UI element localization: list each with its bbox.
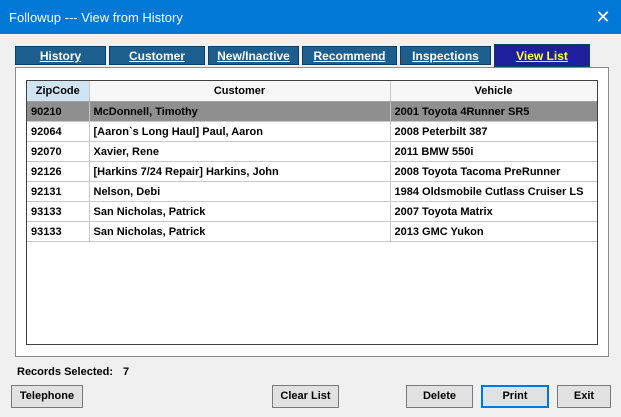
tab-customer[interactable]: Customer (109, 46, 205, 65)
telephone-button[interactable]: Telephone (11, 385, 83, 408)
cell-zipcode: 92131 (27, 181, 90, 202)
records-selected-label: Records Selected: (17, 366, 113, 378)
cell-customer: [Aaron`s Long Haul] Paul, Aaron (89, 121, 391, 142)
column-header-customer[interactable]: Customer (89, 81, 391, 102)
cell-customer: Nelson, Debi (89, 181, 391, 202)
tab-new-inactive[interactable]: New/Inactive (208, 46, 299, 65)
records-selected-count: 7 (122, 366, 130, 378)
cell-customer: McDonnell, Timothy (89, 101, 391, 122)
cell-customer: [Harkins 7/24 Repair] Harkins, John (89, 161, 391, 182)
followup-table: ZipCode Customer Vehicle 90210 McDonnell… (27, 81, 597, 242)
cell-vehicle: 2001 Toyota 4Runner SR5 (390, 101, 597, 122)
print-button[interactable]: Print (481, 385, 549, 408)
clear-list-button[interactable]: Clear List (272, 385, 339, 408)
cell-vehicle: 2013 GMC Yukon (390, 221, 597, 242)
exit-button[interactable]: Exit (557, 385, 611, 408)
column-header-vehicle[interactable]: Vehicle (390, 81, 597, 102)
view-list-panel: ZipCode Customer Vehicle 90210 McDonnell… (15, 67, 609, 357)
tab-inspections[interactable]: Inspections (400, 46, 491, 65)
column-header-zipcode[interactable]: ZipCode (27, 81, 90, 102)
table-row[interactable]: 92126 [Harkins 7/24 Repair] Harkins, Joh… (27, 161, 597, 182)
cell-vehicle: 1984 Oldsmobile Cutlass Cruiser LS (390, 181, 597, 202)
cell-vehicle: 2008 Peterbilt 387 (390, 121, 597, 142)
cell-zipcode: 92070 (27, 141, 90, 162)
cell-customer: Xavier, Rene (89, 141, 391, 162)
table-row[interactable]: 93133 San Nicholas, Patrick 2007 Toyota … (27, 201, 597, 222)
cell-zipcode: 90210 (27, 101, 90, 122)
cell-zipcode: 93133 (27, 221, 90, 242)
cell-zipcode: 92126 (27, 161, 90, 182)
records-selected: Records Selected: 7 (17, 366, 129, 378)
table-row[interactable]: 90210 McDonnell, Timothy 2001 Toyota 4Ru… (27, 101, 597, 122)
cell-vehicle: 2011 BMW 550i (390, 141, 597, 162)
title-bar: Followup --- View from History ✕ (0, 0, 621, 34)
cell-zipcode: 93133 (27, 201, 90, 222)
table-row[interactable]: 92131 Nelson, Debi 1984 Oldsmobile Cutla… (27, 181, 597, 202)
table-row[interactable]: 93133 San Nicholas, Patrick 2013 GMC Yuk… (27, 221, 597, 242)
table-row[interactable]: 92064 [Aaron`s Long Haul] Paul, Aaron 20… (27, 121, 597, 142)
tab-view-list[interactable]: View List (494, 44, 590, 67)
close-icon[interactable]: ✕ (591, 5, 615, 29)
cell-customer: San Nicholas, Patrick (89, 201, 391, 222)
table-row[interactable]: 92070 Xavier, Rene 2011 BMW 550i (27, 141, 597, 162)
cell-zipcode: 92064 (27, 121, 90, 142)
table-header-row: ZipCode Customer Vehicle (27, 81, 597, 102)
cell-customer: San Nicholas, Patrick (89, 221, 391, 242)
cell-vehicle: 2008 Toyota Tacoma PreRunner (390, 161, 597, 182)
followup-grid: ZipCode Customer Vehicle 90210 McDonnell… (26, 80, 598, 345)
tab-history[interactable]: History (15, 46, 106, 65)
delete-button[interactable]: Delete (406, 385, 473, 408)
cell-vehicle: 2007 Toyota Matrix (390, 201, 597, 222)
tab-recommend[interactable]: Recommend (302, 46, 397, 65)
window-title: Followup --- View from History (9, 10, 183, 25)
